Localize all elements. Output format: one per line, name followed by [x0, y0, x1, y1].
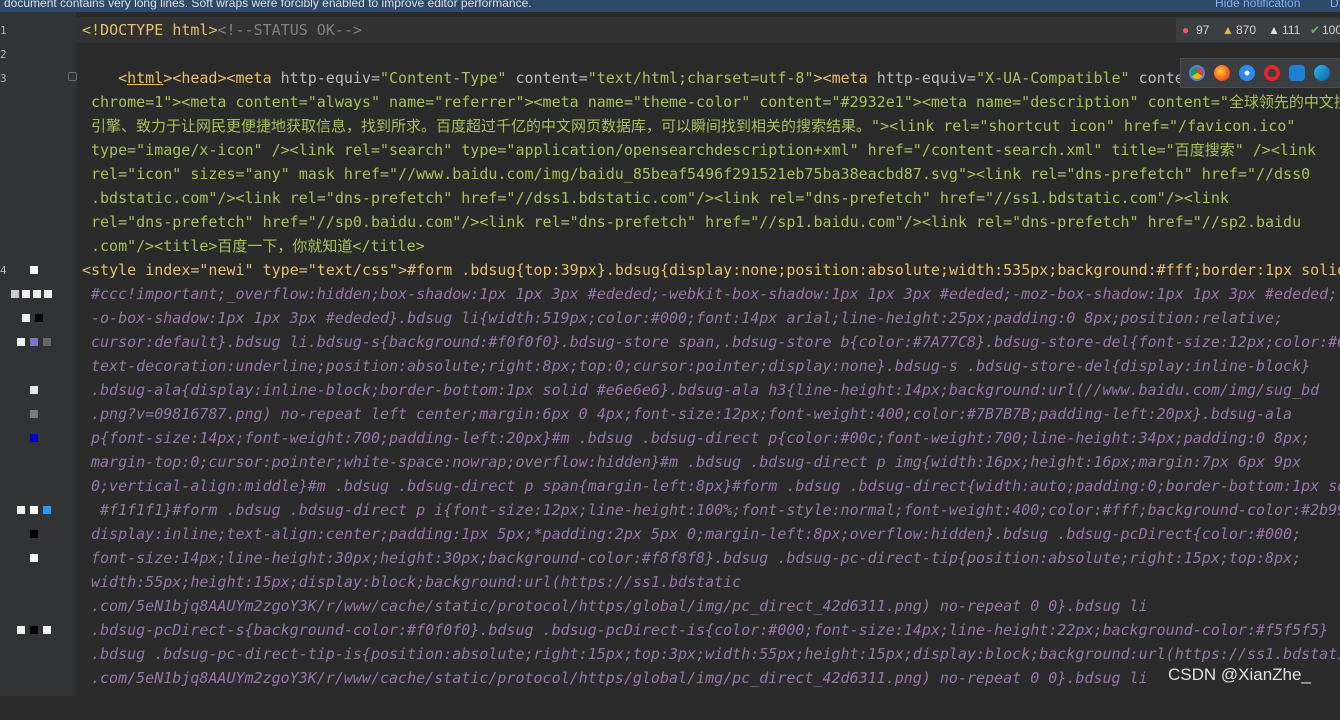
error-count: 97	[1196, 23, 1210, 37]
opera-icon[interactable]	[1264, 65, 1280, 81]
code-line: width:55px;height:15px;display:block;bac…	[91, 573, 742, 591]
code-line: rel="icon" sizes="any" mask href="//www.…	[91, 165, 1311, 183]
code-token: "X-UA-Compatible"	[976, 69, 1130, 87]
code-comment: <!--STATUS OK-->	[217, 21, 362, 39]
code-token: http-equiv	[876, 69, 968, 87]
code-line: p{font-size:14px;font-weight:700;padding…	[91, 429, 1311, 447]
code-line: <!DOCTYPE html><!--STATUS OK-->	[82, 18, 362, 42]
code-token: head	[181, 69, 218, 87]
code-line: .com"/><title>百度一下，你就知道</title>	[91, 237, 425, 255]
inspection-widget[interactable]: ● 97 ▲ 870 ▲ 111 ✔ 100	[1176, 18, 1340, 42]
code-token: "Content-Type"	[380, 69, 507, 87]
weak-warning-icon: ▲	[1268, 23, 1280, 37]
code-line: -o-box-shadow:1px 1px 3px #ededed}.bdsug…	[91, 309, 1284, 327]
code-line: .png?v=09816787.png) no-repeat left cent…	[91, 405, 1293, 423]
warning-icon: ▲	[1222, 23, 1234, 37]
code-line: text-decoration:underline;position:absol…	[91, 357, 1311, 375]
code-line: .bdstatic.com"/><link rel="dns-prefetch"…	[91, 189, 1229, 207]
check-icon: ✔	[1310, 23, 1321, 37]
code-token: ><	[813, 69, 832, 87]
code-token: conte	[1129, 69, 1184, 87]
code-token: html	[127, 69, 164, 87]
code-line: display:inline;text-align:center;padding…	[91, 525, 1302, 543]
ie-icon[interactable]	[1289, 65, 1305, 81]
code-line: .bdsug-ala{display:inline-block;border-b…	[91, 381, 1320, 399]
error-icon: ●	[1182, 23, 1190, 37]
watermark: CSDN @XianZhe_	[1168, 665, 1311, 684]
code-line: .com/5eN1bjq8AAUYm2zgoY3K/r/www/cache/st…	[91, 669, 1148, 687]
code-token: "text/html;charset=utf-8"	[587, 69, 814, 87]
weak-warning-count: 111	[1282, 23, 1301, 37]
code-line: <style index="newi" type="text/css">#for…	[82, 261, 1340, 279]
code-token: ><	[217, 69, 236, 87]
edge-icon[interactable]	[1314, 65, 1330, 81]
code-token: meta	[831, 69, 877, 87]
chrome-icon[interactable]	[1189, 65, 1205, 81]
code-token: =	[967, 69, 977, 87]
code-token: =	[370, 69, 380, 87]
code-line: cursor:default}.bdsug li.bdsug-s{backgro…	[91, 333, 1340, 351]
code-token: html	[172, 21, 209, 39]
warning-count: 870	[1236, 23, 1257, 37]
code-line: <html><head><meta http-equiv="Content-Ty…	[91, 66, 1184, 90]
code-token: =	[578, 69, 588, 87]
firefox-icon[interactable]	[1214, 65, 1230, 81]
code-line: .com/5eN1bjq8AAUYm2zgoY3K/r/www/cache/st…	[91, 597, 1148, 615]
code-line: chrome=1"><meta content="always" name="r…	[91, 93, 1340, 111]
code-line: #ccc!important;_overflow:hidden;box-shad…	[91, 285, 1338, 303]
code-token: content	[506, 69, 579, 87]
browser-preview-bar	[1180, 58, 1340, 88]
code-editor[interactable]: <!DOCTYPE html><!--STATUS OK--> <html><h…	[0, 0, 1340, 696]
code-token: <!DOCTYPE	[82, 21, 173, 39]
code-line: .bdsug .bdsug-pc-direct-tip-is{position:…	[91, 645, 1340, 663]
code-token: meta	[235, 69, 281, 87]
safari-icon[interactable]	[1239, 65, 1255, 81]
code-line: font-size:14px;line-height:30px;height:3…	[91, 549, 1302, 567]
code-token: http-equiv	[280, 69, 371, 87]
code-line: margin-top:0;cursor:pointer;white-space:…	[91, 453, 1302, 471]
code-line: .bdsug-pcDirect-s{background-color:#f0f0…	[91, 621, 1329, 639]
code-line: #f1f1f1}#form .bdsug .bdsug-direct p i{f…	[91, 501, 1340, 519]
code-token: ><	[163, 69, 182, 87]
code-token: <	[118, 69, 128, 87]
code-line: 引擎、致力于让网民更便捷地获取信息，找到所求。百度超过千亿的中文网页数据库，可以…	[91, 117, 1296, 135]
code-line: rel="dns-prefetch" href="//sp0.baidu.com…	[91, 213, 1302, 231]
code-line: 0;vertical-align:middle}#m .bdsug .bdsug…	[91, 477, 1340, 495]
code-line: type="image/x-icon" /><link rel="search"…	[91, 141, 1316, 159]
ok-count: 100	[1322, 23, 1340, 37]
